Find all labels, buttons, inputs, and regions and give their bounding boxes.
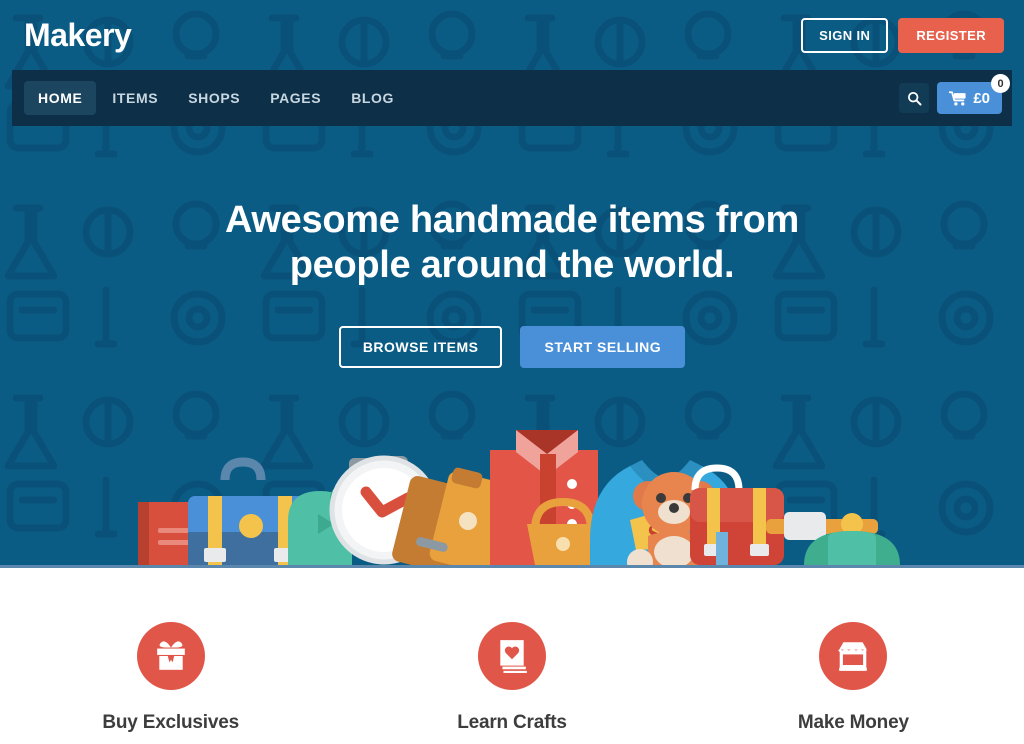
gift-box-icon [156, 641, 185, 670]
start-selling-button[interactable]: START SELLING [520, 325, 686, 368]
cart-amount: £0 [973, 89, 990, 107]
illustration-clock [329, 455, 439, 565]
sign-in-button[interactable]: SIGN IN [801, 17, 889, 53]
feature-title: Make Money [797, 712, 909, 733]
feature-icon-circle [819, 622, 888, 690]
hero-title-line-2: people around the world. [289, 243, 735, 286]
main-navigation: HOME ITEMS SHOPS PAGES BLOG £0 0 [12, 70, 1012, 126]
feature-title: Learn Crafts [457, 712, 567, 733]
feature-icon-circle [136, 622, 205, 690]
illustration-backpack [690, 464, 784, 565]
illustration-blue-shirt: S [590, 460, 742, 565]
illustration-knob [330, 485, 356, 511]
search-icon [907, 91, 922, 105]
site-logo[interactable]: Makery [24, 19, 132, 51]
search-button[interactable] [899, 83, 930, 113]
illustration-teal-bag [288, 491, 352, 565]
book-heart-icon [500, 640, 527, 673]
nav-item-shops[interactable]: SHOPS [174, 81, 254, 115]
illustration-clip [349, 456, 408, 480]
hero-content: Awesome handmade items from people aroun… [0, 126, 1024, 368]
storefront-icon [838, 642, 868, 671]
hero-bottom-divider [0, 565, 1024, 568]
nav-item-pages[interactable]: PAGES [256, 81, 335, 115]
hero-title-line-1: Awesome handmade items from [224, 199, 800, 241]
cart-badge: 0 [991, 74, 1010, 93]
top-bar-actions: SIGN IN REGISTER [801, 17, 1004, 53]
page-title: Awesome handmade items from people aroun… [0, 198, 1024, 288]
hero-actions: BROWSE ITEMS START SELLING [0, 325, 1024, 368]
feature-learn-crafts[interactable]: Learn Crafts [341, 622, 682, 744]
illustration-orange-bags [392, 467, 525, 565]
nav-actions: £0 0 [899, 74, 1010, 114]
feature-buy-exclusives[interactable]: Buy Exclusives [0, 622, 341, 744]
nav-item-blog[interactable]: BLOG [337, 81, 408, 115]
svg-text:S: S [647, 520, 663, 551]
feature-icon-circle [477, 622, 546, 690]
illustration-teddy-bear [627, 472, 715, 565]
cart-button[interactable]: £0 0 [937, 74, 1010, 114]
illustration-book [138, 502, 200, 565]
register-button[interactable]: REGISTER [898, 17, 1004, 53]
top-bar: Makery SIGN IN REGISTER [0, 0, 1024, 70]
hero-illustration: S [138, 430, 900, 565]
nav-item-items[interactable]: ITEMS [98, 81, 172, 115]
features-section: Buy Exclusives Learn Crafts Make Money [0, 568, 1024, 744]
shopping-cart-icon [949, 90, 966, 106]
feature-title: Buy Exclusives [102, 712, 239, 733]
browse-items-button[interactable]: BROWSE ITEMS [338, 325, 503, 368]
illustration-suitcase [188, 457, 314, 565]
illustration-rolling-pin [716, 512, 878, 565]
illustration-beanie [804, 513, 900, 565]
feature-make-money[interactable]: Make Money [683, 622, 1024, 744]
illustration-red-shirt [490, 430, 640, 565]
illustration-basket [527, 497, 599, 565]
nav-item-list: HOME ITEMS SHOPS PAGES BLOG [24, 81, 408, 115]
hero-section: Makery SIGN IN REGISTER HOME ITEMS SHOPS… [0, 0, 1024, 568]
nav-item-home[interactable]: HOME [24, 81, 97, 115]
